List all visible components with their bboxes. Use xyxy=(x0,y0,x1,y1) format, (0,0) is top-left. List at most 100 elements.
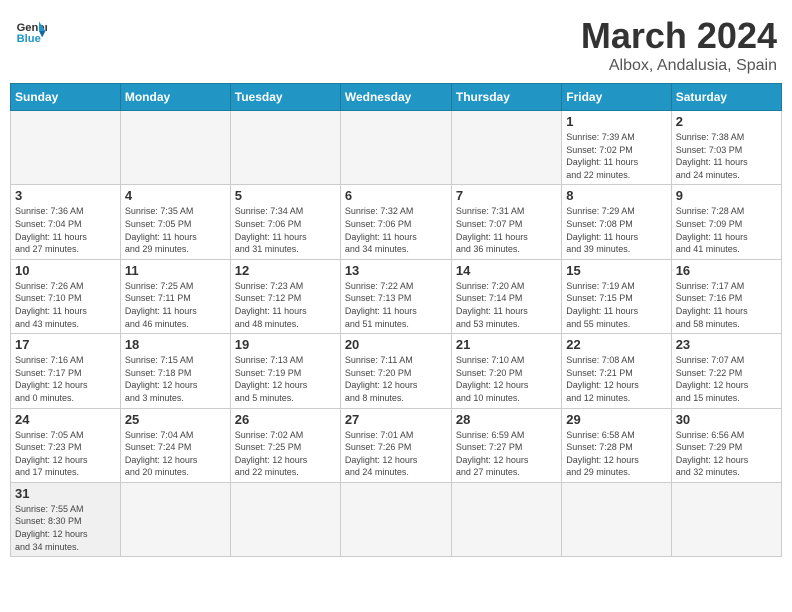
day-info: Sunrise: 7:39 AM Sunset: 7:02 PM Dayligh… xyxy=(566,131,666,181)
day-number: 21 xyxy=(456,337,557,352)
day-cell: 5 Sunrise: 7:34 AM Sunset: 7:06 PM Daylig… xyxy=(230,185,340,259)
day-cell: 18Sunrise: 7:15 AM Sunset: 7:18 PM Dayli… xyxy=(120,334,230,408)
day-cell: 4 Sunrise: 7:35 AM Sunset: 7:05 PM Daylig… xyxy=(120,185,230,259)
day-number: 14 xyxy=(456,263,557,278)
day-info: Sunrise: 7:20 AM Sunset: 7:14 PM Dayligh… xyxy=(456,280,557,330)
header: General Blue March 2024 Albox, Andalusia… xyxy=(10,10,782,75)
day-info: Sunrise: 7:26 AM Sunset: 7:10 PM Dayligh… xyxy=(15,280,116,330)
main-title: March 2024 xyxy=(581,15,777,57)
day-info: Sunrise: 7:29 AM Sunset: 7:08 PM Dayligh… xyxy=(566,205,666,255)
day-number: 23 xyxy=(676,337,777,352)
day-number: 9 xyxy=(676,188,777,203)
weekday-header-sunday: Sunday xyxy=(11,84,121,111)
day-info: Sunrise: 7:22 AM Sunset: 7:13 PM Dayligh… xyxy=(345,280,447,330)
day-cell xyxy=(340,111,451,185)
day-cell: 19 Sunrise: 7:13 AM Sunset: 7:19 PM Dayli… xyxy=(230,334,340,408)
day-cell xyxy=(451,111,561,185)
day-number: 15 xyxy=(566,263,666,278)
day-number: 30 xyxy=(676,412,777,427)
day-number: 22 xyxy=(566,337,666,352)
day-info: Sunrise: 7:38 AM Sunset: 7:03 PM Dayligh… xyxy=(676,131,777,181)
week-row-1: 3Sunrise: 7:36 AM Sunset: 7:04 PM Daylig… xyxy=(11,185,782,259)
week-row-5: 31 Sunrise: 7:55 AM Sunset: 8:30 PM Dayli… xyxy=(11,482,782,556)
day-number: 25 xyxy=(125,412,226,427)
calendar: SundayMondayTuesdayWednesdayThursdayFrid… xyxy=(10,83,782,557)
day-info: Sunrise: 7:17 AM Sunset: 7:16 PM Dayligh… xyxy=(676,280,777,330)
day-info: Sunrise: 7:55 AM Sunset: 8:30 PM Dayligh… xyxy=(15,503,116,553)
day-cell: 8 Sunrise: 7:29 AM Sunset: 7:08 PM Daylig… xyxy=(562,185,671,259)
day-info: Sunrise: 7:34 AM Sunset: 7:06 PM Dayligh… xyxy=(235,205,336,255)
day-cell: 10 Sunrise: 7:26 AM Sunset: 7:10 PM Dayli… xyxy=(11,259,121,333)
day-cell xyxy=(230,482,340,556)
day-cell: 25 Sunrise: 7:04 AM Sunset: 7:24 PM Dayli… xyxy=(120,408,230,482)
day-info: Sunrise: 7:28 AM Sunset: 7:09 PM Dayligh… xyxy=(676,205,777,255)
day-info: Sunrise: 7:23 AM Sunset: 7:12 PM Dayligh… xyxy=(235,280,336,330)
day-number: 16 xyxy=(676,263,777,278)
day-number: 26 xyxy=(235,412,336,427)
day-number: 4 xyxy=(125,188,226,203)
day-number: 8 xyxy=(566,188,666,203)
day-cell: 23 Sunrise: 7:07 AM Sunset: 7:22 PM Dayli… xyxy=(671,334,781,408)
day-cell xyxy=(120,482,230,556)
day-info: Sunrise: 6:56 AM Sunset: 7:29 PM Dayligh… xyxy=(676,429,777,479)
day-cell: 29Sunrise: 6:58 AM Sunset: 7:28 PM Dayli… xyxy=(562,408,671,482)
weekday-header-monday: Monday xyxy=(120,84,230,111)
day-number: 1 xyxy=(566,114,666,129)
weekday-header-friday: Friday xyxy=(562,84,671,111)
day-info: Sunrise: 6:59 AM Sunset: 7:27 PM Dayligh… xyxy=(456,429,557,479)
day-info: Sunrise: 7:13 AM Sunset: 7:19 PM Dayligh… xyxy=(235,354,336,404)
day-number: 6 xyxy=(345,188,447,203)
day-info: Sunrise: 7:02 AM Sunset: 7:25 PM Dayligh… xyxy=(235,429,336,479)
day-number: 11 xyxy=(125,263,226,278)
day-cell: 27 Sunrise: 7:01 AM Sunset: 7:26 PM Dayli… xyxy=(340,408,451,482)
day-cell xyxy=(230,111,340,185)
day-cell xyxy=(451,482,561,556)
logo: General Blue xyxy=(15,15,47,47)
week-row-2: 10 Sunrise: 7:26 AM Sunset: 7:10 PM Dayli… xyxy=(11,259,782,333)
day-cell: 28 Sunrise: 6:59 AM Sunset: 7:27 PM Dayli… xyxy=(451,408,561,482)
day-cell xyxy=(340,482,451,556)
day-cell: 16 Sunrise: 7:17 AM Sunset: 7:16 PM Dayli… xyxy=(671,259,781,333)
day-cell: 3Sunrise: 7:36 AM Sunset: 7:04 PM Daylig… xyxy=(11,185,121,259)
day-info: Sunrise: 7:19 AM Sunset: 7:15 PM Dayligh… xyxy=(566,280,666,330)
day-cell: 14 Sunrise: 7:20 AM Sunset: 7:14 PM Dayli… xyxy=(451,259,561,333)
day-number: 7 xyxy=(456,188,557,203)
weekday-header-tuesday: Tuesday xyxy=(230,84,340,111)
day-info: Sunrise: 7:05 AM Sunset: 7:23 PM Dayligh… xyxy=(15,429,116,479)
subtitle: Albox, Andalusia, Spain xyxy=(581,57,777,75)
logo-icon: General Blue xyxy=(15,15,47,47)
day-cell: 7 Sunrise: 7:31 AM Sunset: 7:07 PM Daylig… xyxy=(451,185,561,259)
day-number: 10 xyxy=(15,263,116,278)
day-cell: 15 Sunrise: 7:19 AM Sunset: 7:15 PM Dayli… xyxy=(562,259,671,333)
day-number: 27 xyxy=(345,412,447,427)
day-info: Sunrise: 7:01 AM Sunset: 7:26 PM Dayligh… xyxy=(345,429,447,479)
day-info: Sunrise: 7:04 AM Sunset: 7:24 PM Dayligh… xyxy=(125,429,226,479)
day-number: 13 xyxy=(345,263,447,278)
day-cell: 13 Sunrise: 7:22 AM Sunset: 7:13 PM Dayli… xyxy=(340,259,451,333)
day-cell xyxy=(671,482,781,556)
week-row-3: 17Sunrise: 7:16 AM Sunset: 7:17 PM Dayli… xyxy=(11,334,782,408)
weekday-header-row: SundayMondayTuesdayWednesdayThursdayFrid… xyxy=(11,84,782,111)
weekday-header-thursday: Thursday xyxy=(451,84,561,111)
day-number: 28 xyxy=(456,412,557,427)
day-info: Sunrise: 7:07 AM Sunset: 7:22 PM Dayligh… xyxy=(676,354,777,404)
day-cell: 2Sunrise: 7:38 AM Sunset: 7:03 PM Daylig… xyxy=(671,111,781,185)
day-number: 18 xyxy=(125,337,226,352)
day-number: 24 xyxy=(15,412,116,427)
title-area: March 2024 Albox, Andalusia, Spain xyxy=(581,15,777,75)
day-number: 12 xyxy=(235,263,336,278)
day-cell xyxy=(11,111,121,185)
day-info: Sunrise: 7:35 AM Sunset: 7:05 PM Dayligh… xyxy=(125,205,226,255)
day-cell xyxy=(120,111,230,185)
day-number: 5 xyxy=(235,188,336,203)
day-cell: 9 Sunrise: 7:28 AM Sunset: 7:09 PM Daylig… xyxy=(671,185,781,259)
day-info: Sunrise: 7:31 AM Sunset: 7:07 PM Dayligh… xyxy=(456,205,557,255)
day-cell: 11Sunrise: 7:25 AM Sunset: 7:11 PM Dayli… xyxy=(120,259,230,333)
day-info: Sunrise: 7:16 AM Sunset: 7:17 PM Dayligh… xyxy=(15,354,116,404)
day-info: Sunrise: 7:36 AM Sunset: 7:04 PM Dayligh… xyxy=(15,205,116,255)
weekday-header-saturday: Saturday xyxy=(671,84,781,111)
day-number: 31 xyxy=(15,486,116,501)
day-info: Sunrise: 7:32 AM Sunset: 7:06 PM Dayligh… xyxy=(345,205,447,255)
day-cell: 17Sunrise: 7:16 AM Sunset: 7:17 PM Dayli… xyxy=(11,334,121,408)
day-number: 19 xyxy=(235,337,336,352)
